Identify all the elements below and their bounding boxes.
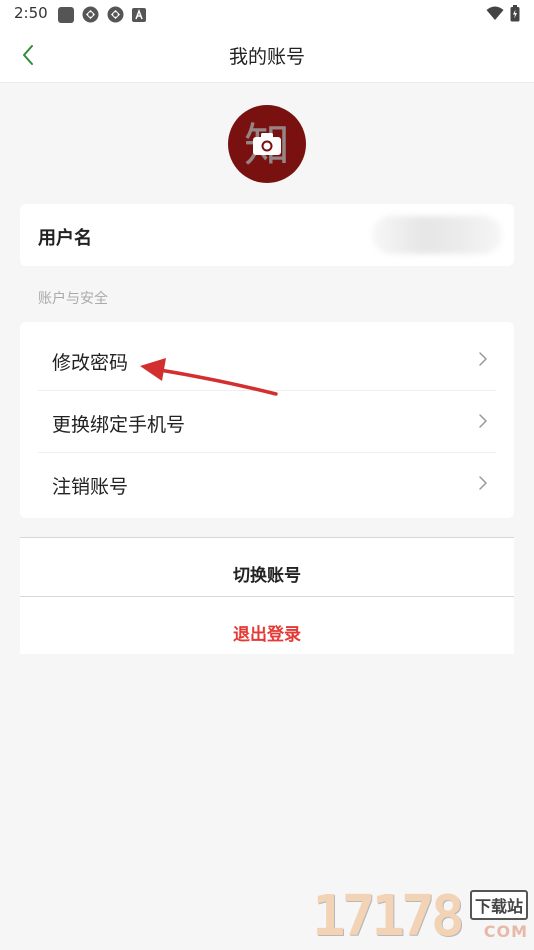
watermark-domain: COM <box>483 922 528 941</box>
watermark-numbers: 17178 <box>312 884 465 949</box>
menu-item-change-phone[interactable]: 更换绑定手机号 <box>38 390 496 453</box>
status-left-icons <box>58 6 146 23</box>
menu-item-label: 注销账号 <box>52 476 129 498</box>
status-time: 2:50 <box>14 4 48 22</box>
switch-account-label: 切换账号 <box>233 566 301 586</box>
account-actions-card: 切换账号 退出登录 <box>20 537 514 654</box>
status-right-icons <box>486 5 520 22</box>
app-square-icon <box>58 6 74 23</box>
logout-label: 退出登录 <box>233 625 301 645</box>
watermark-badge: 下载站 <box>469 890 528 920</box>
chevron-right-icon <box>479 414 487 428</box>
section-title-account-security: 账户与安全 <box>38 291 108 307</box>
username-card[interactable]: 用户名 <box>20 204 514 266</box>
avatar[interactable]: 知 <box>228 105 306 183</box>
menu-item-delete-account[interactable]: 注销账号 <box>38 452 496 514</box>
chevron-right-icon <box>479 476 487 490</box>
menu-item-label: 更换绑定手机号 <box>52 414 186 436</box>
switch-account-button[interactable]: 切换账号 <box>20 538 514 597</box>
username-value-blurred <box>372 216 502 254</box>
status-bar: 2:50 <box>0 0 534 28</box>
sync-icon <box>107 6 124 23</box>
username-label: 用户名 <box>38 228 92 249</box>
chevron-right-icon <box>479 352 487 366</box>
sync-icon <box>82 6 99 23</box>
wifi-icon <box>486 6 504 20</box>
watermark-logo: 17178 下载站 COM <box>308 884 534 950</box>
a-icon <box>132 7 146 22</box>
account-security-card: 修改密码 更换绑定手机号 注销账号 <box>20 322 514 518</box>
camera-icon <box>253 133 281 155</box>
menu-item-change-password[interactable]: 修改密码 <box>38 328 496 391</box>
logout-button[interactable]: 退出登录 <box>20 597 514 655</box>
menu-item-label: 修改密码 <box>52 352 129 374</box>
page-title: 我的账号 <box>228 46 305 68</box>
battery-icon <box>510 5 520 22</box>
app-header: 我的账号 <box>0 28 534 83</box>
